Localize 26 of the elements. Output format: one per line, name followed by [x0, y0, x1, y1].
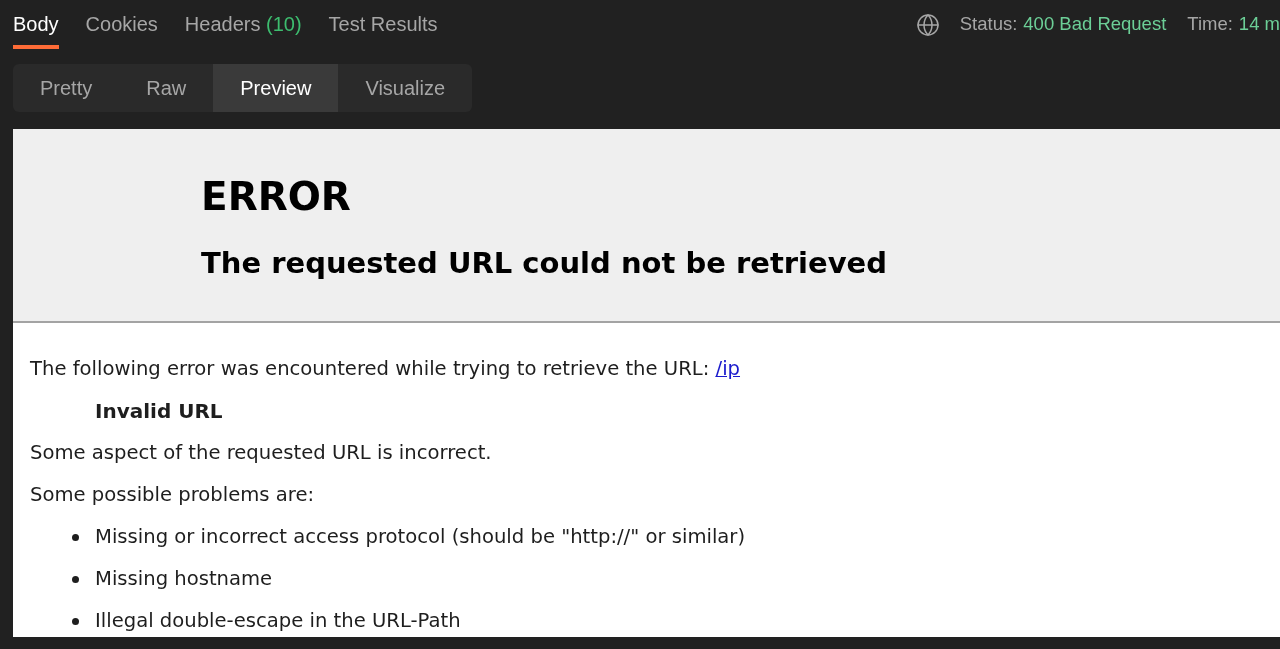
response-tab[interactable]: Cookies	[85, 0, 158, 49]
error-name: Invalid URL	[95, 399, 223, 423]
response-tab[interactable]: Headers (10)	[184, 0, 302, 49]
response-tab[interactable]: Body	[13, 0, 59, 49]
status-label: Status:	[959, 13, 1018, 35]
bullet-icon	[72, 533, 79, 541]
error-description: Some aspect of the requested URL is incorrect.	[30, 441, 492, 465]
error-title: ERROR	[201, 174, 351, 220]
time-value[interactable]: 14 m	[1238, 13, 1280, 35]
status-value[interactable]: 400 Bad Request	[1023, 13, 1167, 35]
response-tab[interactable]: Test Results	[328, 0, 438, 49]
problems-heading: Some possible problems are:	[30, 483, 315, 507]
problem-item: Missing hostname	[95, 567, 273, 591]
view-mode-tab[interactable]: Visualize	[338, 64, 473, 112]
globe-icon[interactable]	[915, 13, 940, 37]
time-label: Time:	[1187, 13, 1233, 35]
view-mode-tab[interactable]: Raw	[119, 64, 214, 112]
error-subtitle: The requested URL could not be retrieved	[201, 246, 888, 280]
bullet-icon	[72, 617, 79, 625]
bullet-icon	[72, 575, 79, 583]
error-message: The following error was encountered while trying to retrieve the URL: /ip	[30, 357, 740, 381]
problem-item: Missing or incorrect access protocol (should be "http://" or similar)	[95, 525, 746, 549]
problem-item: Illegal double-escape in the URL-Path	[95, 609, 461, 633]
view-mode-tab[interactable]: Pretty	[13, 64, 120, 112]
view-mode-tab[interactable]: Preview	[213, 64, 339, 112]
url-link[interactable]: /ip	[715, 357, 740, 380]
